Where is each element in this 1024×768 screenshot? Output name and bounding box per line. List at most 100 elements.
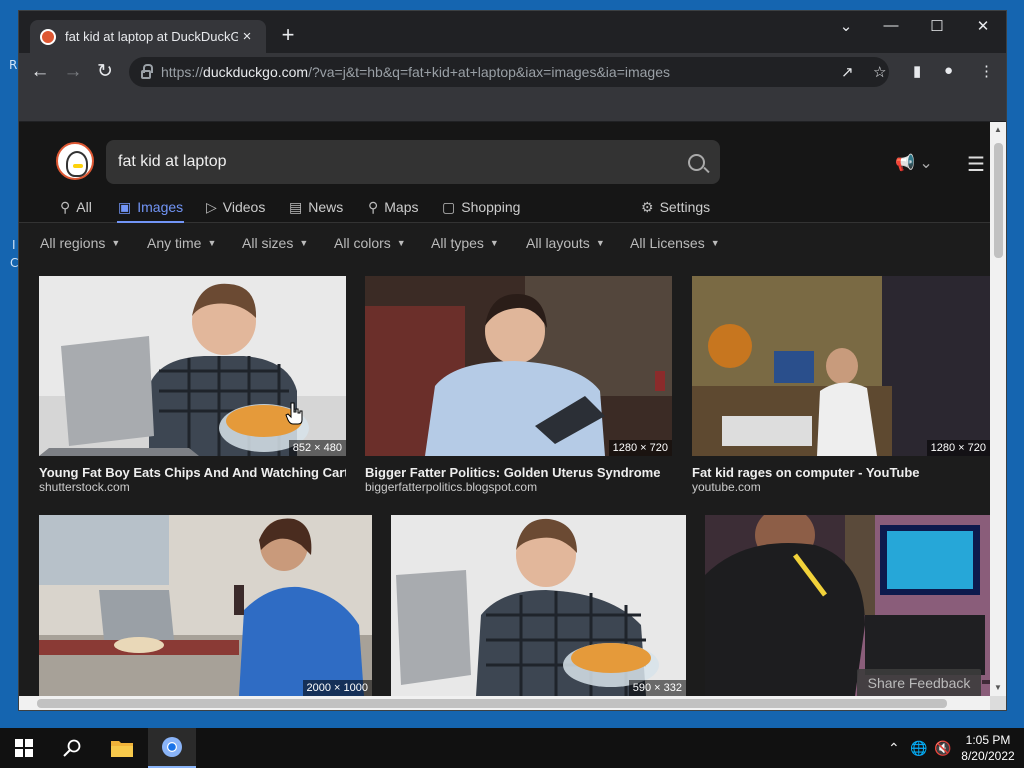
- caret-down-icon: ▼: [710, 238, 720, 248]
- sliders-icon: ⚙: [641, 198, 654, 215]
- network-globe-icon[interactable]: 🌐: [910, 740, 927, 757]
- share-icon[interactable]: ↗: [841, 63, 854, 81]
- result-thumbnail: [692, 276, 990, 456]
- result-title[interactable]: Bigger Fatter Politics: Golden Uterus Sy…: [365, 465, 672, 480]
- filter-color[interactable]: All colors ▼: [334, 235, 406, 251]
- volume-muted-icon[interactable]: 🔇: [934, 740, 951, 757]
- filter-region[interactable]: All regions ▼: [40, 235, 120, 251]
- hamburger-menu-icon[interactable]: ☰: [967, 152, 985, 177]
- url-text: https://duckduckgo.com/?va=j&t=hb&q=fat+…: [161, 64, 671, 80]
- shopping-bag-icon: ▢: [442, 198, 456, 215]
- filter-layout[interactable]: All layouts ▼: [526, 235, 605, 251]
- result-source[interactable]: youtube.com: [692, 480, 761, 494]
- image-result[interactable]: 852 × 480 Young Fat Boy Eats Chips And A…: [39, 276, 346, 496]
- page-content: fat kid at laptop 📢 ⌄ ☰ ⚲ All ▣ Images ▷ Vi…: [19, 122, 990, 696]
- caret-down-icon: ▼: [111, 238, 121, 248]
- tab-news[interactable]: ▤ News: [289, 196, 343, 218]
- chrome-taskbar-button[interactable]: [148, 728, 196, 768]
- result-title[interactable]: Young Fat Boy Eats Chips And And Watchin…: [39, 465, 346, 480]
- result-source[interactable]: biggerfatterpolitics.blogspot.com: [365, 480, 537, 494]
- share-feedback-button[interactable]: Share Feedback: [857, 669, 981, 696]
- clock-time: 1:05 PM: [965, 733, 1011, 747]
- image-result[interactable]: 2000 × 1000: [39, 515, 372, 696]
- windows-taskbar: ⌃ 🌐 🔇 1:05 PM 8/20/2022: [0, 728, 1024, 768]
- tab-search-dropdown-icon[interactable]: ⌄: [831, 17, 861, 35]
- vertical-scrollbar[interactable]: ▲ ▼: [990, 122, 1006, 696]
- forward-button[interactable]: →: [61, 60, 85, 84]
- news-icon: ▤: [289, 198, 303, 215]
- caret-down-icon: ▼: [207, 238, 217, 248]
- search-icon: [63, 739, 81, 757]
- image-result[interactable]: 1280 × 720 Fat kid rages on computer - Y…: [692, 276, 990, 496]
- search-icon: ⚲: [60, 198, 71, 215]
- profile-icon[interactable]: ●: [944, 62, 953, 79]
- active-tab-indicator: [117, 221, 184, 223]
- bookmark-star-icon[interactable]: ☆: [873, 63, 886, 81]
- image-dimensions: [982, 680, 990, 684]
- file-explorer-button[interactable]: [98, 728, 146, 768]
- tab-videos[interactable]: ▷ Videos: [206, 196, 265, 218]
- horizontal-scroll-thumb[interactable]: [37, 699, 947, 708]
- image-dimensions: 1280 × 720: [608, 440, 672, 456]
- image-dimensions: 852 × 480: [288, 440, 346, 456]
- kebab-menu-icon[interactable]: ⋮: [979, 62, 994, 80]
- reload-button[interactable]: ↻: [93, 60, 117, 84]
- image-result[interactable]: 590 × 332: [391, 515, 686, 696]
- image-dimensions: 1280 × 720: [926, 440, 990, 456]
- tab-maps[interactable]: ⚲ Maps: [368, 196, 419, 218]
- result-thumbnail: [391, 515, 686, 696]
- filter-license[interactable]: All Licenses ▼: [630, 235, 720, 251]
- maximize-button[interactable]: ☐: [922, 17, 952, 35]
- browser-tab[interactable]: fat kid at laptop at DuckDuckGo ×: [30, 20, 266, 53]
- tab-all[interactable]: ⚲ All: [60, 196, 92, 218]
- caret-down-icon: ▼: [396, 238, 406, 248]
- result-source[interactable]: shutterstock.com: [39, 480, 130, 494]
- search-query: fat kid at laptop: [118, 153, 227, 170]
- clock-date: 8/20/2022: [961, 749, 1015, 763]
- play-icon: ▷: [206, 198, 217, 215]
- tab-images[interactable]: ▣ Images: [118, 196, 183, 218]
- tab-strip: fat kid at laptop at DuckDuckGo × + ⌄ — …: [19, 11, 1006, 53]
- hand-cursor-icon: [285, 402, 303, 425]
- show-hidden-icons-icon[interactable]: ⌃: [888, 740, 900, 757]
- search-icon[interactable]: [688, 153, 705, 171]
- desktop-icon-label: R: [9, 58, 18, 72]
- scroll-up-icon[interactable]: ▲: [994, 125, 1002, 134]
- horizontal-scrollbar[interactable]: [19, 696, 990, 710]
- map-pin-icon: ⚲: [368, 198, 379, 215]
- address-bar[interactable]: https://duckduckgo.com/?va=j&t=hb&q=fat+…: [129, 57, 889, 87]
- close-tab-icon[interactable]: ×: [238, 28, 256, 45]
- result-title[interactable]: Fat kid rages on computer - YouTube: [692, 465, 990, 480]
- browser-window: fat kid at laptop at DuckDuckGo × + ⌄ — …: [18, 10, 1007, 711]
- desktop-icon-label: I: [12, 238, 16, 252]
- bookmarks-bar: [19, 91, 1006, 122]
- result-thumbnail: [39, 515, 372, 696]
- tab-settings[interactable]: ⚙ Settings: [641, 196, 710, 218]
- search-input[interactable]: fat kid at laptop: [106, 140, 720, 184]
- caret-down-icon: ▼: [595, 238, 605, 248]
- result-thumbnail: [365, 276, 672, 456]
- lock-icon: [141, 63, 153, 79]
- image-result[interactable]: 1280 × 720 Bigger Fatter Politics: Golde…: [365, 276, 672, 496]
- filter-time[interactable]: Any time ▼: [147, 235, 216, 251]
- minimize-button[interactable]: —: [876, 17, 906, 34]
- start-button[interactable]: [0, 728, 48, 768]
- browser-toolbar: ← → ↻ https://duckduckgo.com/?va=j&t=hb&…: [19, 53, 1006, 91]
- filter-type[interactable]: All types ▼: [431, 235, 499, 251]
- system-clock[interactable]: 1:05 PM 8/20/2022: [958, 732, 1018, 764]
- filter-size[interactable]: All sizes ▼: [242, 235, 308, 251]
- ddg-header: fat kid at laptop 📢 ⌄ ☰ ⚲ All ▣ Images ▷ Vi…: [19, 122, 990, 223]
- filter-bar: All regions ▼ Any time ▼ All sizes ▼ All co…: [19, 235, 990, 255]
- close-window-button[interactable]: ✕: [968, 17, 998, 35]
- side-panel-icon[interactable]: ▮: [913, 62, 921, 80]
- megaphone-icon[interactable]: 📢 ⌄: [895, 153, 933, 173]
- duckduckgo-logo-icon[interactable]: [56, 142, 94, 180]
- windows-logo-icon: [15, 739, 33, 757]
- new-tab-button[interactable]: +: [276, 23, 300, 47]
- taskbar-search-button[interactable]: [48, 728, 96, 768]
- back-button[interactable]: ←: [28, 60, 52, 84]
- vertical-scroll-thumb[interactable]: [994, 143, 1003, 258]
- tab-shopping[interactable]: ▢ Shopping: [442, 196, 520, 218]
- scroll-down-icon[interactable]: ▼: [994, 683, 1002, 692]
- caret-down-icon: ▼: [299, 238, 309, 248]
